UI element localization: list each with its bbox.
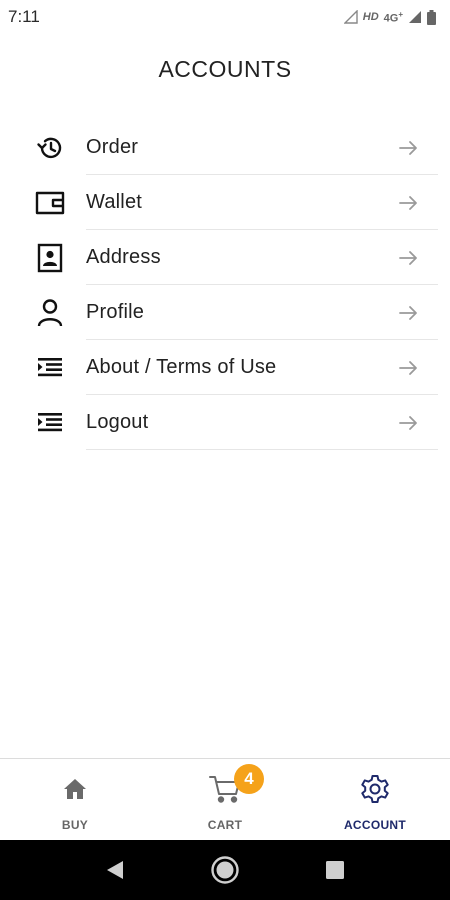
arrow-right-icon — [399, 305, 417, 320]
arrow-right-icon — [399, 140, 417, 155]
contact-card-icon — [34, 242, 66, 274]
network-type-value: 4G — [383, 12, 399, 25]
menu-item-about[interactable]: About / Terms of Use — [0, 340, 450, 395]
arrow-right-icon — [399, 250, 417, 265]
gear-icon — [358, 773, 392, 805]
menu-label-address: Address — [86, 246, 161, 268]
nav-item-cart[interactable]: 4 CART — [150, 759, 300, 840]
status-time: 7:11 — [8, 7, 40, 26]
menu-item-wallet[interactable]: Wallet — [0, 175, 450, 230]
menu-divider — [86, 449, 438, 450]
list-icon — [34, 352, 66, 384]
recents-icon[interactable] — [315, 850, 355, 890]
menu-item-address[interactable]: Address — [0, 230, 450, 285]
system-nav-bar — [0, 840, 450, 900]
menu-label-profile: Profile — [86, 301, 145, 323]
menu-label-about: About / Terms of Use — [86, 356, 277, 378]
history-icon — [34, 132, 66, 164]
menu-label-order: Order — [86, 136, 139, 158]
arrow-right-icon — [399, 195, 417, 210]
back-icon[interactable] — [95, 850, 135, 890]
status-bar: 7:11 HD 4G+ — [0, 0, 450, 34]
arrow-right-icon — [399, 415, 417, 430]
network-type-label: 4G+ — [383, 9, 403, 25]
account-menu: Order Wallet Address Profile About / Ter… — [0, 120, 450, 450]
nav-label-cart: CART — [207, 818, 243, 832]
menu-label-wallet: Wallet — [86, 191, 143, 213]
menu-item-logout[interactable]: Logout — [0, 395, 450, 450]
cart-count-badge: 4 — [234, 764, 264, 794]
nav-label-buy: BUY — [61, 818, 89, 832]
nav-item-account[interactable]: ACCOUNT — [300, 759, 450, 840]
list-icon — [34, 407, 66, 439]
signal-icon — [409, 11, 421, 23]
nav-label-account: ACCOUNT — [343, 818, 407, 832]
menu-label-logout: Logout — [86, 411, 149, 433]
wallet-icon — [34, 187, 66, 219]
person-icon — [34, 297, 66, 329]
nav-item-buy[interactable]: BUY — [0, 759, 150, 840]
signal-outline-icon — [343, 10, 358, 24]
menu-item-profile[interactable]: Profile — [0, 285, 450, 340]
page-title: ACCOUNTS — [158, 56, 292, 82]
arrow-right-icon — [399, 360, 417, 375]
bottom-nav: BUY 4 CART ACCOUNT — [0, 758, 450, 840]
menu-item-order[interactable]: Order — [0, 120, 450, 175]
status-icons: HD 4G+ — [343, 9, 436, 25]
battery-icon — [427, 9, 436, 25]
home-button-icon[interactable] — [205, 850, 245, 890]
network-hd-label: HD — [362, 11, 379, 23]
home-icon — [58, 773, 92, 805]
